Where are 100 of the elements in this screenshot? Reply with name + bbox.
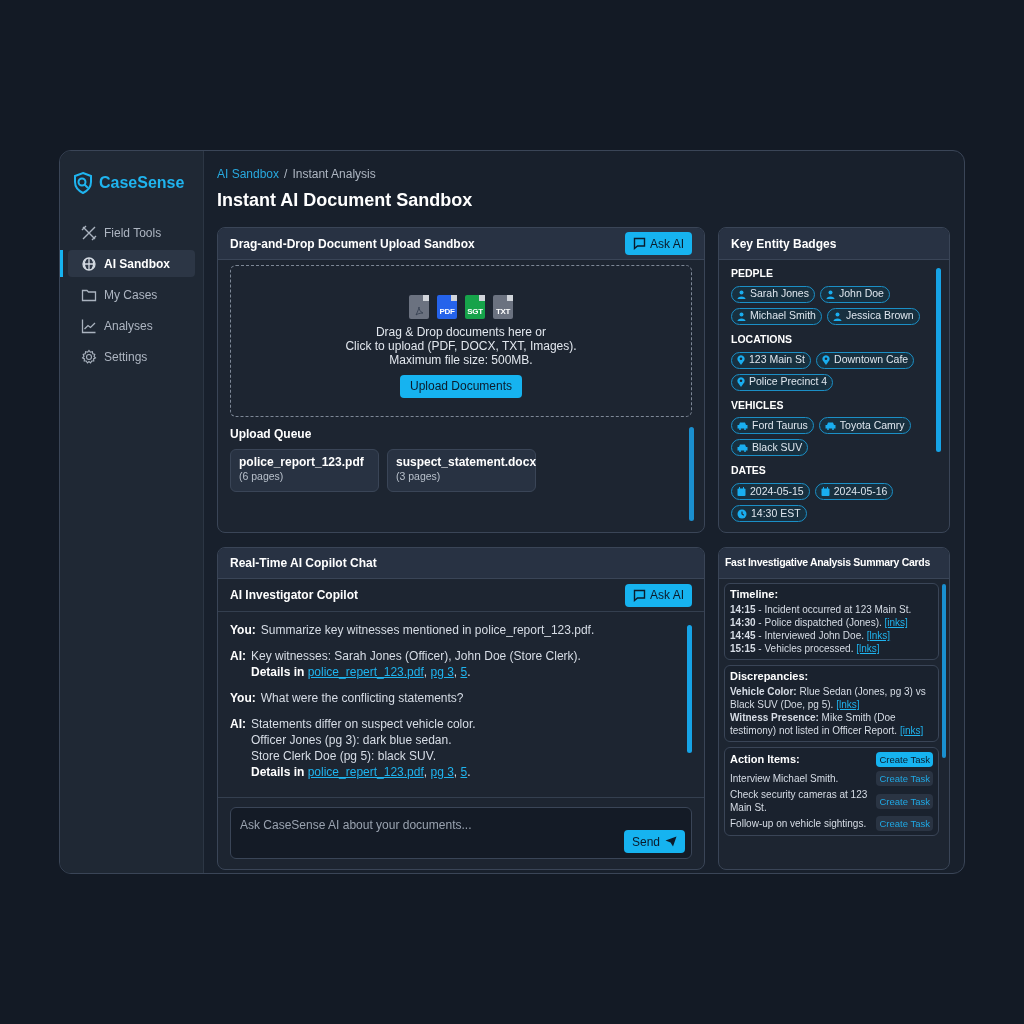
- document-link[interactable]: pg 3: [430, 665, 454, 679]
- person-icon: [737, 311, 746, 321]
- page-title: Instant AI Document Sandbox: [217, 189, 474, 212]
- document-icon: TXT: [493, 294, 513, 319]
- entity-badge[interactable]: Police Precinct 4: [731, 373, 834, 391]
- timeline-entry: 14:30 - Police dispatched (Jones). [inks]: [730, 616, 909, 629]
- timeline-entry: 14:45 - Interviewed John Doe. [lnks]: [730, 629, 892, 642]
- drop-instruction: Click to upload (PDF, DOCX, TXT, Images).: [345, 338, 577, 353]
- breadcrumb-separator: /: [284, 166, 288, 183]
- message-text: What were the conflicting statements?: [260, 690, 464, 706]
- document-icon: PDF: [437, 294, 457, 319]
- action-item-text: Follow-up on vehicle sightings.: [730, 817, 867, 830]
- sidebar-item[interactable]: Analyses: [68, 312, 195, 339]
- timeline-entry: 15:15 - Vehicles processed. [lnks]: [730, 642, 881, 655]
- globe-icon: [81, 255, 97, 272]
- entity-badge[interactable]: Jessica Brown: [826, 307, 920, 325]
- car-icon: [824, 421, 836, 430]
- send-button[interactable]: Send: [623, 830, 685, 853]
- source-link[interactable]: [lnks]: [856, 643, 880, 654]
- chat-bubble-icon: [633, 588, 646, 602]
- discrepancy-entry: Vehicle Color: Rlue Sedan (Jones, pg 3) vs Black SUV (Doe, pg 5). [lnks]: [730, 685, 927, 711]
- drop-instruction: Drag & Drop documents here or: [375, 324, 547, 339]
- entity-badge[interactable]: Toyota Camry: [818, 417, 911, 435]
- sidebar-item[interactable]: Settings: [68, 343, 195, 370]
- message-speaker: AI:: [230, 648, 246, 665]
- breadcrumb-current: Instant Analysis: [292, 166, 376, 183]
- document-icon: SGT: [465, 294, 485, 319]
- create-task-button[interactable]: Create Task: [876, 816, 933, 831]
- file-card[interactable]: suspect_statement.docx (3 pages): [387, 449, 536, 492]
- source-link[interactable]: [inks]: [884, 617, 908, 628]
- entity-badge[interactable]: Michael Smith: [731, 307, 822, 325]
- group-label: LOCATIONS: [731, 331, 794, 347]
- card-title: Discrepancies:: [730, 670, 810, 683]
- calendar-icon: [820, 487, 830, 496]
- message-text: Statements differ on suspect vehicle color.: [251, 716, 476, 732]
- upload-documents-button[interactable]: Upload Documents: [399, 374, 523, 398]
- chat-bubble-icon: [633, 237, 646, 250]
- calendar-icon: [737, 487, 746, 496]
- crossed-tools-icon: [81, 224, 97, 241]
- message-text: Key witnesses: Sarah Jones (Officer), John Doe (Store Clerk).: [251, 648, 581, 664]
- source-link[interactable]: [inks]: [899, 725, 924, 736]
- entity-badge[interactable]: Downtown Cafe: [816, 351, 915, 369]
- group-label: VEHICLES: [731, 397, 785, 413]
- create-task-button[interactable]: Create Task: [876, 771, 933, 786]
- message-text: Summarize key witnesses mentioned in police_report_123.pdf.: [260, 622, 595, 638]
- chat-subtitle: AI Investigator Copilot: [230, 587, 358, 604]
- breadcrumb-link[interactable]: AI Sandbox: [217, 165, 280, 183]
- discrepancy-entry: Witness Presence: Mike Smith (Doe testimony) not listed in Officer Report. [inks]: [730, 711, 925, 737]
- timeline-entry: 14:15 - Incident occurred at 123 Main St.: [730, 603, 913, 616]
- create-task-button[interactable]: Create Task: [876, 752, 933, 767]
- document-link[interactable]: police_repert_123.pdf: [307, 765, 424, 779]
- sidebar-item[interactable]: AI Sandbox: [68, 250, 195, 277]
- panel-title: Fast Investigative Analysis Summary Cards: [725, 555, 930, 571]
- ask-ai-button[interactable]: Ask AI: [625, 583, 692, 607]
- sidebar-item[interactable]: My Cases: [68, 281, 195, 308]
- entity-badge[interactable]: 14:30 EST: [731, 505, 807, 522]
- message-speaker: AI:: [230, 716, 246, 733]
- message-speaker: You:: [230, 690, 256, 706]
- entity-badge[interactable]: John Doe: [819, 285, 890, 303]
- app-name: CaseSense: [99, 173, 185, 193]
- card-title: Timeline:: [730, 588, 780, 601]
- entity-badge[interactable]: 2024-05-15: [731, 483, 810, 500]
- action-item-text: Interview Michael Smith.: [730, 772, 839, 785]
- entity-badge[interactable]: Black SUV: [731, 439, 809, 457]
- entity-badge[interactable]: Sarah Jones: [731, 285, 815, 303]
- file-card[interactable]: police_report_123.pdf (6 pages): [230, 449, 379, 492]
- group-label: DATES: [731, 463, 767, 479]
- settings-icon: [81, 348, 97, 365]
- message-details: Details in police_repert_123.pdf, pg 3, 5.: [251, 764, 472, 780]
- group-label: PEDPLE: [731, 266, 774, 281]
- panel-title: Key Entity Badges: [731, 235, 837, 253]
- entity-badge[interactable]: Ford Taurus: [731, 417, 814, 435]
- shield-search-icon: [72, 171, 94, 195]
- message-speaker: You:: [230, 622, 256, 638]
- source-link[interactable]: [lnks]: [836, 699, 860, 710]
- action-item-text: Check security cameras at 123 Main St.: [730, 788, 869, 814]
- person-icon: [825, 289, 835, 299]
- ask-ai-button[interactable]: Ask AI: [625, 232, 692, 255]
- selection-indicator: [60, 250, 63, 277]
- create-task-button[interactable]: Create Task: [876, 793, 933, 809]
- clock-icon: [737, 508, 747, 519]
- person-icon: [737, 289, 746, 299]
- document-link[interactable]: police_repert_123.pdf: [307, 665, 424, 679]
- location-pin-icon: [737, 355, 745, 365]
- section-title: Upload Queue: [230, 426, 313, 443]
- car-icon: [737, 443, 748, 452]
- chat-input[interactable]: Ask CaseSense AI about your documents... Send: [230, 807, 692, 859]
- entity-badge[interactable]: 2024-05-16: [814, 483, 894, 500]
- document-link[interactable]: pg 3: [430, 765, 454, 779]
- message-text: Store Clerk Doe (pg 5): black SUV.: [251, 748, 437, 764]
- sidebar-item[interactable]: Field Tools: [68, 219, 195, 246]
- message-text: Officer Jones (pg 3): dark blue sedan.: [251, 732, 453, 748]
- location-pin-icon: [737, 377, 745, 387]
- drop-instruction: Maximum file size: 500MB.: [389, 352, 533, 367]
- car-icon: [737, 421, 748, 430]
- line-chart-icon: [81, 317, 97, 334]
- message-details: Details in police_repert_123.pdf, pg 3, 5.: [251, 664, 472, 680]
- source-link[interactable]: [lnks]: [866, 630, 891, 641]
- entity-badge[interactable]: 123 Main St: [731, 351, 812, 369]
- panel-title: Drag-and-Drop Document Upload Sandbox: [230, 235, 475, 253]
